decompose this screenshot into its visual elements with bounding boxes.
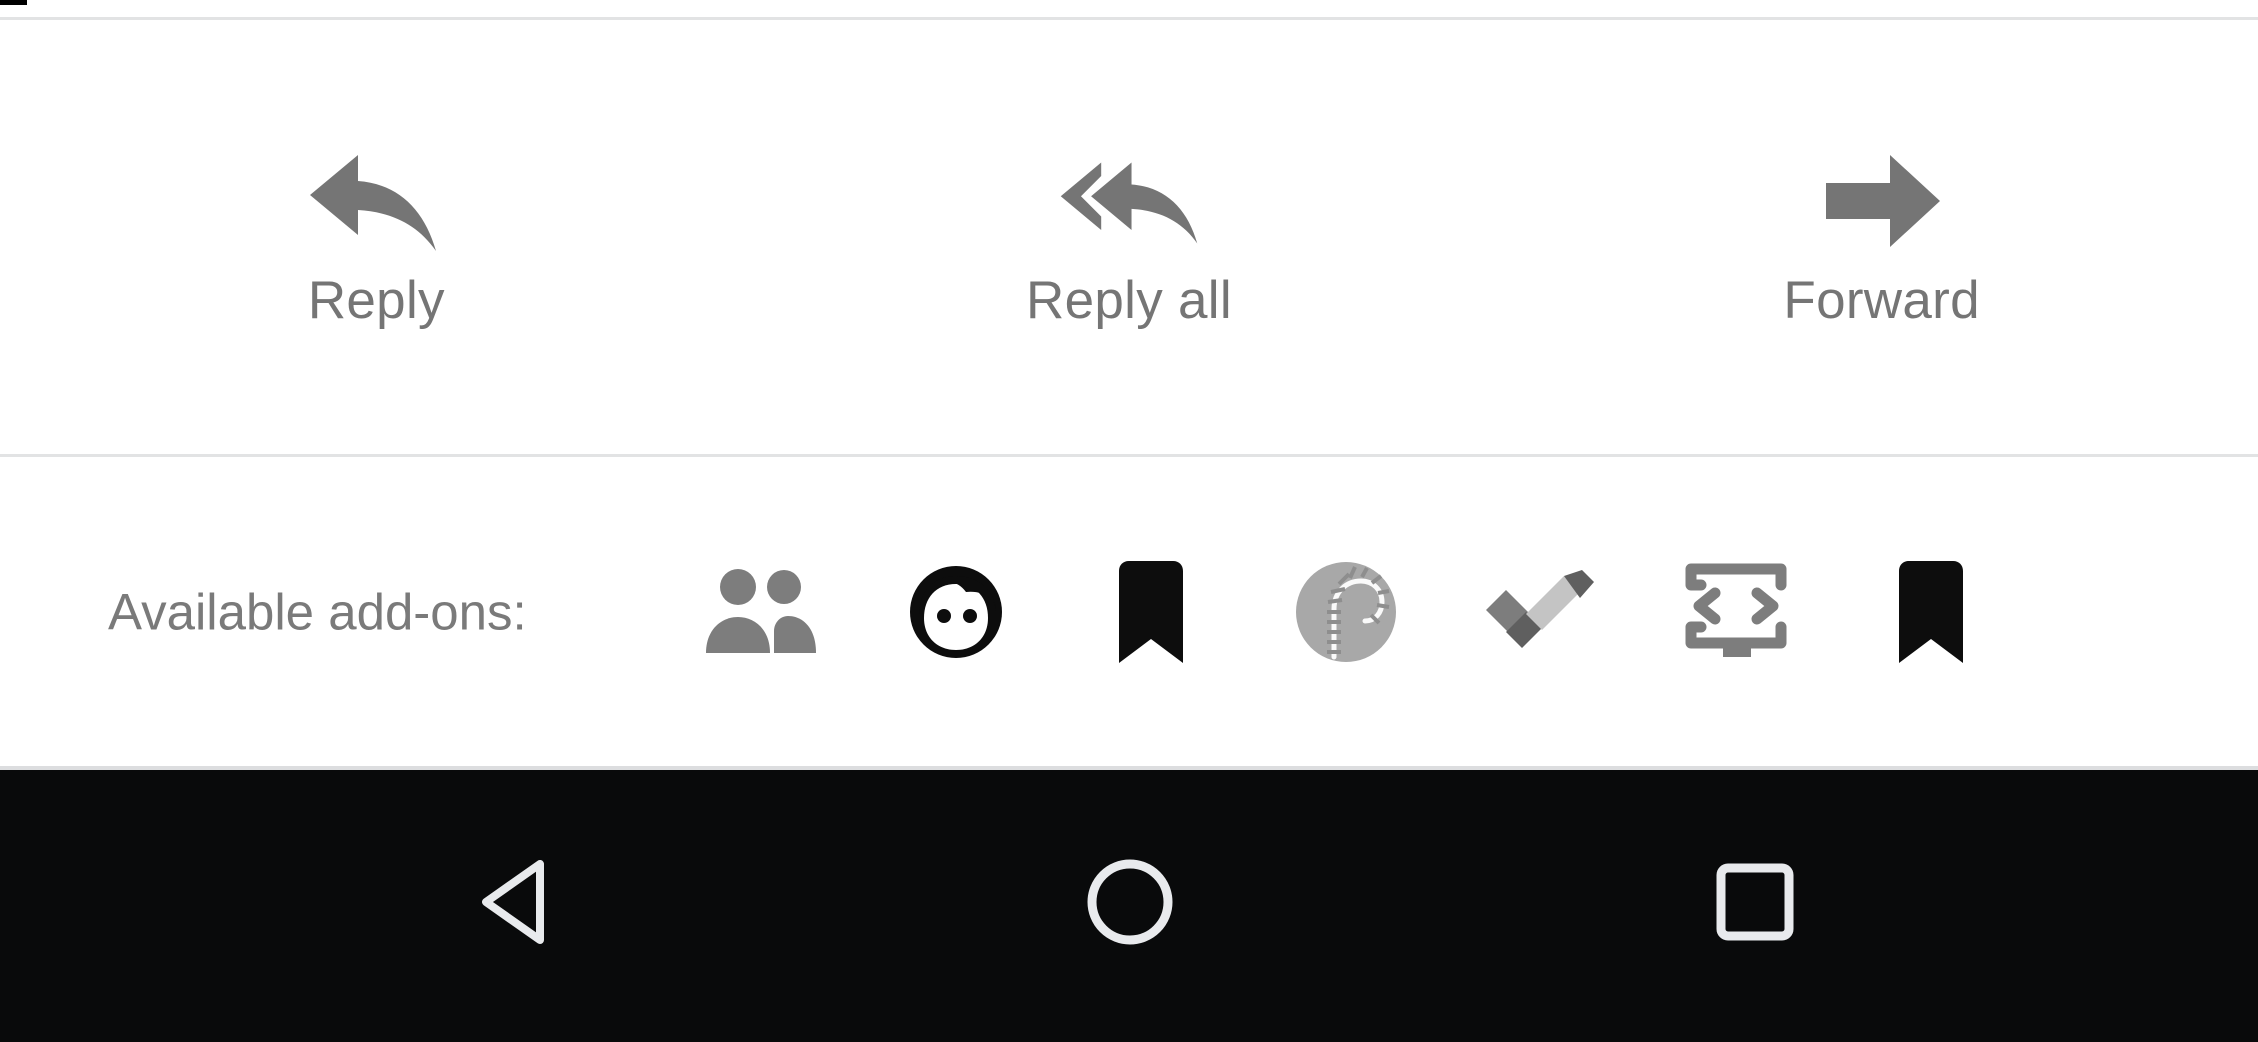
available-addons-label: Available add-ons: — [108, 583, 527, 640]
android-navigation-bar — [0, 770, 2258, 1042]
reply-button-label: Reply — [307, 271, 445, 331]
available-addons-bar: Available add-ons: — [0, 457, 2258, 766]
scroll-position-indicator[interactable] — [0, 0, 27, 5]
reply-all-button-label: Reply all — [1026, 271, 1232, 331]
bookmark-icon — [1111, 559, 1191, 665]
forward-button-label: Forward — [1783, 271, 1980, 331]
addon-bookmark-button-2[interactable] — [1870, 551, 1992, 673]
addon-tasks-button[interactable] — [1480, 551, 1602, 673]
addon-candy-cane-button[interactable] — [1285, 551, 1407, 673]
addons-icon-list — [700, 457, 1992, 766]
recents-square-icon — [1707, 854, 1803, 950]
home-button[interactable] — [1040, 770, 1220, 1042]
home-circle-icon — [1082, 854, 1178, 950]
people-icon — [702, 567, 820, 657]
tasks-check-icon — [1482, 566, 1600, 658]
forward-button[interactable]: Forward — [1505, 20, 2258, 454]
back-triangle-icon — [472, 854, 568, 950]
addon-people-button[interactable] — [700, 551, 822, 673]
recents-button[interactable] — [1665, 770, 1845, 1042]
reply-all-arrow-icon — [1054, 145, 1204, 255]
message-action-bar: Reply Reply all Forward — [0, 20, 2258, 454]
addon-code-screen-button[interactable] — [1675, 551, 1797, 673]
reply-button[interactable]: Reply — [0, 20, 753, 454]
reply-arrow-icon — [301, 145, 451, 255]
forward-arrow-icon — [1807, 145, 1957, 255]
reply-all-button[interactable]: Reply all — [753, 20, 1506, 454]
addon-avatar-button[interactable] — [895, 551, 1017, 673]
code-screen-icon — [1681, 561, 1791, 663]
bookmark-icon — [1891, 559, 1971, 665]
candy-cane-circle-icon — [1293, 559, 1399, 665]
face-avatar-icon — [904, 560, 1008, 664]
addon-bookmark-button[interactable] — [1090, 551, 1212, 673]
back-button[interactable] — [430, 770, 610, 1042]
email-message-footer-screen: Reply Reply all Forward Available add-on… — [0, 0, 2258, 1042]
